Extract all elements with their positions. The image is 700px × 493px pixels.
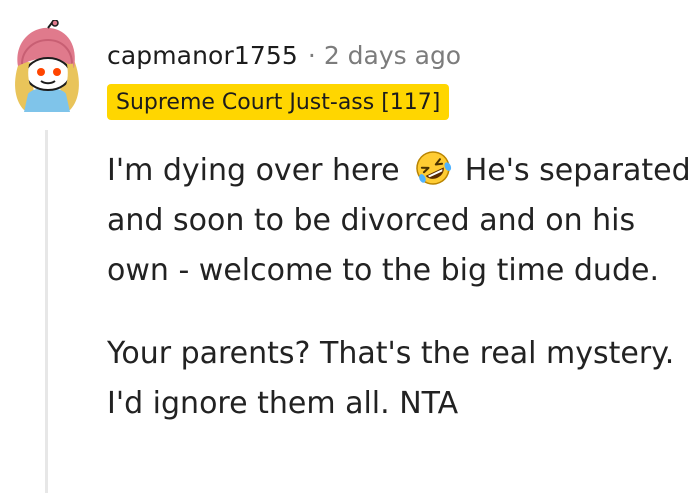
username-link[interactable]: capmanor1755 — [107, 41, 298, 70]
user-avatar[interactable] — [8, 19, 86, 112]
comment-paragraph: I'm dying over here He's separated and s… — [107, 146, 697, 296]
comment-text: I'm dying over here — [107, 153, 410, 188]
comment-body: I'm dying over here He's separated and s… — [107, 146, 697, 429]
comment-meta: capmanor1755 · 2 days ago — [107, 38, 461, 72]
rolling-on-floor-laughing-emoji-icon — [416, 151, 452, 185]
timestamp[interactable]: 2 days ago — [324, 41, 461, 70]
thread-line[interactable] — [45, 130, 48, 493]
user-flair: Supreme Court Just-ass [117] — [107, 84, 450, 120]
comment-paragraph: Your parents? That's the real mystery. I… — [107, 336, 675, 421]
meta-separator: · — [307, 40, 316, 70]
snoo-avatar-icon — [15, 19, 79, 112]
comment: capmanor1755 · 2 days ago Supreme Court … — [0, 0, 700, 493]
